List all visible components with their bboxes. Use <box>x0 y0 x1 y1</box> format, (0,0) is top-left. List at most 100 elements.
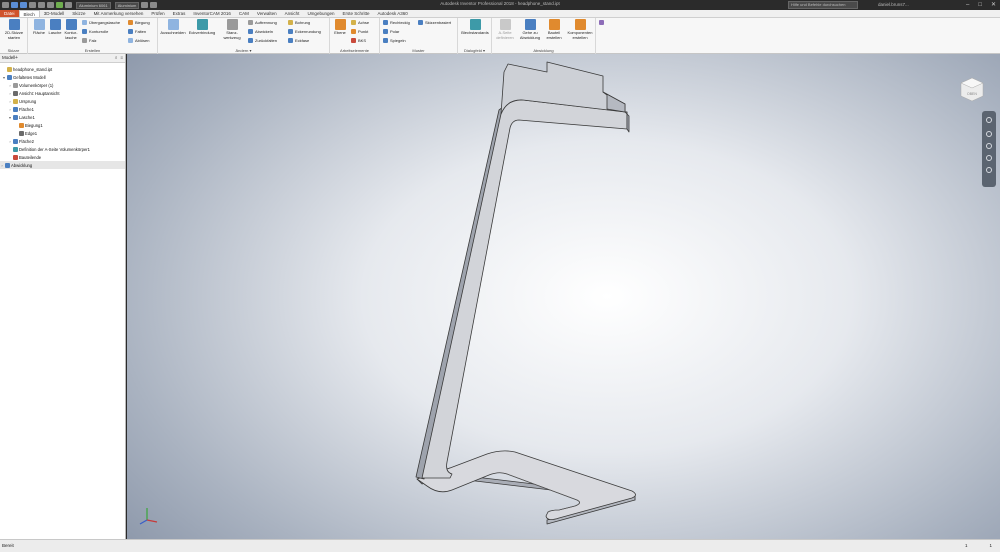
tab-inventorcam[interactable]: InventorCAM 2016 <box>189 10 235 17</box>
tree-node[interactable]: › Fläche1 <box>8 105 34 113</box>
unfold-icon <box>248 29 253 34</box>
corner-chamfer-button[interactable]: Eckfase <box>288 37 309 44</box>
tab-blech[interactable]: Blech <box>18 10 40 17</box>
go-to-flat-pattern-button[interactable]: Gehe zu Abwicklung <box>518 19 542 40</box>
corner-seam-button[interactable]: Eckverbindung <box>188 19 216 36</box>
tab-erste-schritte[interactable]: Erste Schritte <box>338 10 373 17</box>
axis-button[interactable]: Achse <box>351 19 369 26</box>
minimize-button[interactable]: – <box>966 1 969 9</box>
status-value-2: 1 <box>989 543 992 548</box>
mirror-button[interactable]: Spiegeln <box>383 37 406 44</box>
tab-anmerkung[interactable]: Mit Anmerkung versehen <box>90 10 148 17</box>
pan-icon[interactable] <box>986 131 992 137</box>
tab-ansicht[interactable]: Ansicht <box>281 10 304 17</box>
cut-button[interactable]: Ausschneiden <box>160 19 186 36</box>
sketch-driven-pattern-icon <box>418 20 423 25</box>
maximize-button[interactable]: □ <box>978 1 982 9</box>
close-button[interactable]: ✕ <box>991 1 996 9</box>
ribbon-tabs: Datei Blech 3D-Modell Skizze Mit Anmerku… <box>0 10 1000 18</box>
make-part-button[interactable]: Bauteil erstellen <box>544 19 564 40</box>
a-side-icon <box>13 146 18 152</box>
tree-node[interactable]: › Volumenkörper (1) <box>8 81 53 89</box>
tree-node-label: headphone_stand.ipt <box>13 66 53 72</box>
status-text: Bereit <box>2 543 14 548</box>
expand-toggle-icon[interactable]: › <box>0 163 4 168</box>
tree-node-label: Lasche1 <box>19 114 35 120</box>
expand-toggle-icon[interactable]: › <box>8 91 12 96</box>
tree-node-label: Ursprung <box>19 98 37 104</box>
tree-node[interactable]: Definition der A-Seite Volumenkörper1 <box>8 145 90 153</box>
tree-node[interactable]: ▾ Lasche1 <box>8 113 35 121</box>
tab-umgebungen[interactable]: Umgebungen <box>303 10 338 17</box>
orbit-icon[interactable] <box>986 155 992 161</box>
tree-node[interactable]: headphone_stand.ipt <box>2 65 52 73</box>
tab-verwalten[interactable]: Verwalten <box>253 10 281 17</box>
search-icon[interactable]: ⌕ <box>115 55 118 61</box>
contour-roll-icon <box>82 29 87 34</box>
tree-node[interactable]: › Fläche2 <box>8 137 34 145</box>
steering-wheel-icon[interactable] <box>986 117 992 123</box>
corner-round-button[interactable]: Eckenrundung <box>288 28 321 35</box>
tab-datei[interactable]: Datei <box>0 10 19 17</box>
window-controls: – □ ✕ <box>966 1 996 9</box>
circular-pattern-button[interactable]: Polar <box>383 28 399 35</box>
fold-button[interactable]: Falten <box>128 28 146 35</box>
tree-node[interactable]: Bauteilende <box>8 153 41 161</box>
tab-3d-modell[interactable]: 3D-Modell <box>40 10 69 17</box>
help-search-input[interactable]: Hilfe und Befehle durchsuchen <box>788 1 858 9</box>
expand-toggle-icon[interactable]: › <box>8 139 12 144</box>
headphone-stand-part[interactable] <box>127 54 1000 539</box>
tree-node[interactable]: › Abwicklung <box>0 161 125 169</box>
tree-node[interactable]: Edge1 <box>14 129 37 137</box>
bend-button[interactable]: Biegung <box>128 19 150 26</box>
user-account[interactable]: daniel.bruns7... <box>878 1 909 9</box>
add-browser-tab-button[interactable]: + <box>15 55 18 61</box>
rectangular-pattern-button[interactable]: Rechteckig <box>383 19 410 26</box>
tab-extras[interactable]: Extras <box>169 10 190 17</box>
options-button[interactable] <box>599 19 604 26</box>
options-icon <box>599 20 604 25</box>
hem-button[interactable]: Falz <box>82 37 97 44</box>
ucs-button[interactable]: BKS <box>351 37 366 44</box>
contour-roll-button[interactable]: Konturrolle <box>82 28 108 35</box>
expand-toggle-icon[interactable]: › <box>8 99 12 104</box>
viewcube-face-label: OBEN <box>967 92 977 96</box>
plane-button[interactable]: Ebene <box>332 19 348 36</box>
tree-node[interactable]: ▾ Gefaltetes Modell <box>2 73 46 81</box>
tab-pruefen[interactable]: Prüfen <box>147 10 168 17</box>
viewcube[interactable]: OBEN <box>959 76 985 102</box>
look-at-icon[interactable] <box>986 167 992 173</box>
tab-a360[interactable]: Autodesk A360 <box>373 10 411 17</box>
start-2d-sketch-button[interactable]: 2D-Skizze starten <box>4 19 24 40</box>
tree-node[interactable]: › Ansicht: Hauptansicht <box>8 89 60 97</box>
sheet-metal-defaults-button[interactable]: Blechstandards <box>460 19 490 36</box>
tree-node[interactable]: Biegung1 <box>14 121 43 129</box>
split-button[interactable]: Auftrennung <box>248 19 277 26</box>
bend-icon <box>19 122 24 128</box>
sketch-driven-pattern-button[interactable]: Skizzenbasiert <box>418 19 451 26</box>
unfold-button[interactable]: Abwickeln <box>248 28 273 35</box>
tab-cam[interactable]: CAM <box>235 10 253 17</box>
hem-icon <box>82 38 87 43</box>
hole-button[interactable]: Bohrung <box>288 19 310 26</box>
lofted-flange-button[interactable]: Übergangslasche <box>82 19 120 26</box>
menu-icon[interactable]: ≡ <box>120 55 123 61</box>
tree-node[interactable]: › Ursprung <box>8 97 36 105</box>
zoom-icon[interactable] <box>986 143 992 149</box>
expand-toggle-icon[interactable]: › <box>8 83 12 88</box>
define-a-side-button[interactable]: A-Seite definieren <box>494 19 516 40</box>
punch-tool-button[interactable]: Stanz-werkzeug <box>220 19 244 40</box>
upright-edge <box>415 106 504 480</box>
make-components-button[interactable]: Komponenten erstellen <box>566 19 594 40</box>
contour-flange-button[interactable]: Kontur-lasche <box>62 19 80 40</box>
browser-tab-model[interactable]: Modell <box>2 55 15 61</box>
refold-button[interactable]: Zurückfalten <box>248 37 277 44</box>
graphics-viewport[interactable]: OBEN <box>127 54 1000 539</box>
expand-toggle-icon[interactable]: ▾ <box>8 115 12 120</box>
expand-toggle-icon[interactable]: ▾ <box>2 75 6 80</box>
rip-button[interactable]: Ablösen <box>128 37 149 44</box>
status-value-1: 1 <box>964 543 968 548</box>
expand-toggle-icon[interactable]: › <box>8 107 12 112</box>
point-button[interactable]: Punkt <box>351 28 368 35</box>
tab-skizze[interactable]: Skizze <box>68 10 89 17</box>
